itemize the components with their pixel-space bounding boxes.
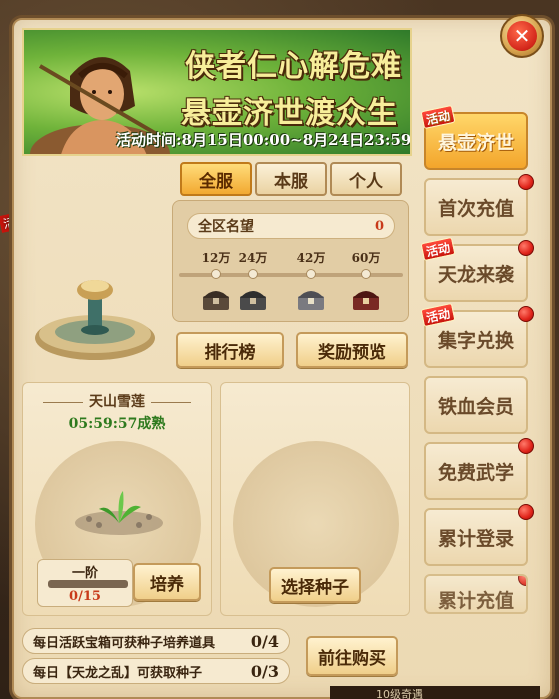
notification-dot	[518, 504, 534, 520]
growth-progress-count: 0/15	[69, 589, 101, 604]
side-item-label: 免费武学	[437, 461, 514, 484]
close-icon: ✕	[507, 21, 537, 51]
info-row-text: 每日活跃宝箱可获种子培养道具	[33, 635, 216, 651]
chest-icon-3[interactable]	[296, 286, 326, 312]
side-item-label: 悬壶济世	[437, 131, 514, 154]
info-row-count: 0/4	[250, 631, 279, 651]
chest-icon-4[interactable]	[351, 286, 381, 312]
side-item-cumulative-login[interactable]: 累计登录	[424, 504, 534, 566]
milestone-dot-2	[248, 269, 258, 279]
info-row-tianlong-chaos: 每日【天龙之乱】可获取种子 0/3	[22, 658, 290, 684]
reputation-label: 全区名望	[198, 219, 254, 235]
info-row-count: 0/3	[250, 661, 279, 681]
notification-dot	[518, 174, 534, 190]
side-item-label: 铁血会员	[437, 395, 514, 418]
notification-dot	[518, 438, 534, 454]
banner-title-line1: 侠者仁心解危难	[185, 49, 402, 84]
side-item-first-recharge[interactable]: 首次充值	[424, 174, 534, 236]
sprout-icon	[75, 491, 163, 535]
milestone-label-2: 24万	[238, 251, 268, 265]
info-row-text: 每日【天龙之乱】可获取种子	[33, 665, 203, 681]
ranking-button[interactable]: 排行榜	[176, 332, 284, 368]
tab-personal[interactable]: 个人	[330, 162, 402, 196]
side-item-cumulative-recharge[interactable]: 累计充值	[424, 574, 528, 614]
altar-icon	[35, 280, 155, 360]
notification-dot	[518, 240, 534, 256]
side-item-xuanhu-jishi[interactable]: 悬壶济世 活动	[420, 104, 528, 170]
reputation-box: 全区名望 0 12万 24万 42万 60万	[172, 200, 409, 322]
side-item-label: 集字兑换	[437, 329, 514, 352]
close-button[interactable]: ✕	[500, 14, 544, 58]
milestone-label-4: 60万	[351, 251, 381, 265]
milestone-label-1: 12万	[201, 251, 231, 265]
event-time: 活动时间:8月15日00:00~8月24日23:59	[116, 129, 410, 150]
reward-preview-button[interactable]: 奖励预览	[296, 332, 408, 368]
milestone-dot-1	[211, 269, 221, 279]
event-time-label: 活动时间	[116, 131, 177, 149]
notification-dot	[518, 306, 534, 322]
info-row-daily-chest: 每日活跃宝箱可获种子培养道具 0/4	[22, 628, 290, 654]
event-time-range: :8月15日00:00~8月24日23:59	[176, 131, 412, 149]
tab-this-server[interactable]: 本服	[255, 162, 327, 196]
banner-title-line2: 悬壶济世渡众生	[181, 96, 398, 131]
plant-timer: 05:59:57成熟	[68, 416, 166, 432]
plant-name: 天山雪莲	[23, 391, 211, 411]
side-item-free-martial[interactable]: 免费武学	[424, 438, 534, 500]
select-seed-button[interactable]: 选择种子	[269, 567, 361, 603]
side-item-collect-words[interactable]: 集字兑换 活动	[420, 302, 534, 368]
reputation-header: 全区名望 0	[187, 213, 395, 239]
scope-tabs: 全服 本服 个人	[180, 162, 402, 196]
growth-stage-label: 一阶	[71, 566, 98, 581]
plant-plot-right: 选择种子	[220, 382, 410, 616]
milestone-label-3: 42万	[296, 251, 326, 265]
go-buy-button[interactable]: 前往购买	[306, 636, 398, 676]
bg-quest-strip: 10级奇遇	[330, 686, 540, 699]
tab-all-servers[interactable]: 全服	[180, 162, 252, 196]
event-banner: 侠者仁心解危难 悬壶济世渡众生 活动时间:8月15日00:00~8月24日23:…	[22, 28, 412, 156]
side-item-tianlong-attack[interactable]: 天龙来袭 活动	[420, 236, 534, 302]
side-item-iron-member[interactable]: 铁血会员	[424, 376, 528, 434]
chest-icon-1[interactable]	[201, 286, 231, 312]
plant-plot-left: 天山雪莲 05:59:57成熟 一阶 0/15 培养	[22, 382, 212, 616]
side-item-label: 累计登录	[437, 527, 514, 550]
reputation-value: 0	[374, 218, 384, 234]
chest-icon-2[interactable]	[238, 286, 268, 312]
side-item-label: 累计充值	[437, 590, 514, 612]
side-item-label: 首次充值	[437, 197, 514, 220]
milestone-dot-3	[306, 269, 316, 279]
cultivate-button[interactable]: 培养	[133, 563, 201, 601]
side-item-label: 天龙来袭	[437, 263, 514, 286]
growth-progress-bar	[48, 580, 128, 588]
milestone-dot-4	[361, 269, 371, 279]
notification-dot	[518, 576, 526, 586]
growth-stage-box: 一阶 0/15	[37, 559, 133, 607]
